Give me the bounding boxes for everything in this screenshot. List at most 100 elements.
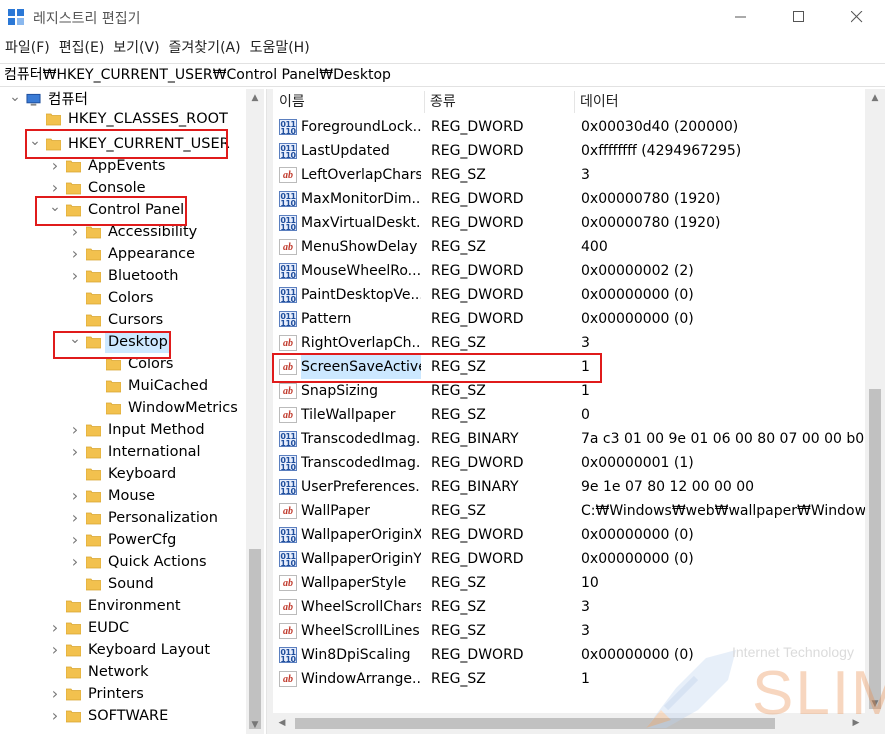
folder-icon bbox=[86, 292, 101, 305]
table-row[interactable]: 011 110 UserPreferences... REG_BINARY 9e 1e… bbox=[273, 475, 865, 499]
chevron-right-icon[interactable]: › bbox=[68, 507, 82, 529]
menu-edit[interactable]: 편집(E) bbox=[54, 36, 109, 60]
table-row[interactable]: 011 110 TranscodedImag... REG_DWORD 0x00000… bbox=[273, 451, 865, 475]
menu-file[interactable]: 파일(F) bbox=[0, 36, 54, 60]
tree-item[interactable]: Environment bbox=[0, 595, 246, 617]
folder-icon bbox=[66, 710, 81, 723]
tree-item[interactable]: › EUDC bbox=[0, 617, 246, 639]
table-row[interactable]: 011 110 MaxMonitorDim... REG_DWORD 0x000007… bbox=[273, 187, 865, 211]
scroll-right-icon[interactable]: ▶ bbox=[847, 713, 865, 734]
chevron-right-icon[interactable]: › bbox=[68, 265, 82, 287]
table-row[interactable]: 011 110 LastUpdated REG_DWORD 0xffffffff (4… bbox=[273, 139, 865, 163]
address-bar[interactable]: 컴퓨터₩HKEY_CURRENT_USER₩Control Panel₩Desk… bbox=[0, 63, 885, 87]
table-row[interactable]: ab WheelScrollLines REG_SZ 3 bbox=[273, 619, 865, 643]
tree-item[interactable]: › Mouse bbox=[0, 485, 246, 507]
string-value-icon: ab bbox=[279, 623, 297, 639]
tree-item[interactable]: › International bbox=[0, 441, 246, 463]
tree-item[interactable]: HKEY_CLASSES_ROOT bbox=[0, 108, 246, 130]
scroll-up-icon[interactable]: ▲ bbox=[246, 89, 264, 107]
chevron-right-icon[interactable]: › bbox=[68, 441, 82, 463]
chevron-right-icon[interactable]: › bbox=[48, 639, 62, 661]
tree-scroll-thumb[interactable] bbox=[249, 549, 261, 729]
chevron-right-icon[interactable]: › bbox=[68, 419, 82, 441]
table-row[interactable]: 011 110 MouseWheelRo... REG_DWORD 0x0000000… bbox=[273, 259, 865, 283]
scroll-down-icon[interactable]: ▼ bbox=[246, 716, 264, 734]
tree-item[interactable]: WindowMetrics bbox=[0, 397, 246, 419]
table-row[interactable]: ab WallPaper REG_SZ C:₩Windows₩web₩wallpape… bbox=[273, 499, 865, 523]
folder-icon bbox=[66, 600, 81, 613]
scroll-left-icon[interactable]: ◀ bbox=[273, 713, 291, 734]
value-data: 0x00000002 (2) bbox=[581, 263, 694, 279]
close-button[interactable] bbox=[828, 0, 885, 34]
tree-item[interactable]: Colors bbox=[0, 287, 246, 309]
tree-item[interactable]: Network bbox=[0, 661, 246, 683]
chevron-right-icon[interactable]: › bbox=[48, 683, 62, 705]
tree-item[interactable]: › Input Method bbox=[0, 419, 246, 441]
table-row[interactable]: ab RightOverlapCh... REG_SZ 3 bbox=[273, 331, 865, 355]
value-name: WallpaperOriginY bbox=[301, 551, 421, 567]
tree-item[interactable]: › Personalization bbox=[0, 507, 246, 529]
value-type: REG_SZ bbox=[431, 575, 486, 591]
menu-favorites[interactable]: 즐겨찾기(A) bbox=[164, 36, 245, 60]
chevron-right-icon[interactable]: › bbox=[68, 551, 82, 573]
table-row[interactable]: 011 110 Pattern REG_DWORD 0x00000000 (0) bbox=[273, 307, 865, 331]
tree-item[interactable]: MuiCached bbox=[0, 375, 246, 397]
folder-icon bbox=[86, 446, 101, 459]
tree-item[interactable]: › Bluetooth bbox=[0, 265, 246, 287]
value-data: 9e 1e 07 80 12 00 00 00 bbox=[581, 479, 755, 495]
table-row[interactable]: ab MenuShowDelay REG_SZ 400 bbox=[273, 235, 865, 259]
menu-help[interactable]: 도움말(H) bbox=[245, 36, 314, 60]
annotation-box-hkcu bbox=[25, 129, 228, 159]
list-horizontal-scrollbar[interactable]: ◀ ▶ bbox=[273, 713, 865, 734]
tree-item[interactable]: › Appearance bbox=[0, 243, 246, 265]
chevron-right-icon[interactable]: › bbox=[68, 485, 82, 507]
value-type: REG_DWORD bbox=[431, 311, 524, 327]
chevron-right-icon[interactable]: › bbox=[48, 705, 62, 727]
tree-item[interactable]: Sound bbox=[0, 573, 246, 595]
list-header: 이름 종류 데이터 bbox=[273, 89, 865, 115]
tree-item[interactable]: Keyboard bbox=[0, 463, 246, 485]
table-row[interactable]: 011 110 WallpaperOriginY REG_DWORD 0x000000… bbox=[273, 547, 865, 571]
header-data[interactable]: 데이터 bbox=[574, 89, 864, 115]
table-row[interactable]: ab WindowArrange... REG_SZ 1 bbox=[273, 667, 865, 691]
menu-view[interactable]: 보기(V) bbox=[108, 36, 163, 60]
table-row[interactable]: 011 110 WallpaperOriginX REG_DWORD 0x000000… bbox=[273, 523, 865, 547]
value-data: 0 bbox=[581, 407, 590, 423]
tree-item-label: Keyboard bbox=[108, 466, 177, 482]
table-row[interactable]: 011 110 MaxVirtualDeskt... REG_DWORD 0x0000… bbox=[273, 211, 865, 235]
binary-value-icon: 011 110 bbox=[279, 287, 297, 304]
chevron-right-icon[interactable]: › bbox=[68, 243, 82, 265]
list-vertical-scrollbar[interactable]: ▲ ▼ bbox=[865, 89, 885, 734]
tree-scrollbar[interactable]: ▲ ▼ bbox=[246, 89, 264, 734]
table-row[interactable]: 011 110 PaintDesktopVe... REG_DWORD 0x00000… bbox=[273, 283, 865, 307]
chevron-right-icon[interactable]: › bbox=[68, 529, 82, 551]
tree-item[interactable]: › SOFTWARE bbox=[0, 705, 246, 727]
table-row[interactable]: ab TileWallpaper REG_SZ 0 bbox=[273, 403, 865, 427]
tree-item[interactable]: Cursors bbox=[0, 309, 246, 331]
scroll-down-icon[interactable]: ▼ bbox=[865, 695, 885, 713]
table-row[interactable]: ab LeftOverlapChars REG_SZ 3 bbox=[273, 163, 865, 187]
tree-item[interactable]: › Printers bbox=[0, 683, 246, 705]
annotation-box-desktop bbox=[53, 331, 171, 359]
table-row[interactable]: ab WheelScrollChars REG_SZ 3 bbox=[273, 595, 865, 619]
table-row[interactable]: 011 110 Win8DpiScaling REG_DWORD 0x00000000… bbox=[273, 643, 865, 667]
folder-icon bbox=[86, 248, 101, 261]
maximize-button[interactable] bbox=[770, 0, 828, 34]
tree-item-label: Keyboard Layout bbox=[88, 642, 211, 658]
string-value-icon: ab bbox=[279, 383, 297, 399]
tree-item[interactable]: › Quick Actions bbox=[0, 551, 246, 573]
tree-item[interactable]: › PowerCfg bbox=[0, 529, 246, 551]
header-type[interactable]: 종류 bbox=[424, 89, 574, 115]
chevron-right-icon[interactable]: › bbox=[48, 617, 62, 639]
list-hscroll-thumb[interactable] bbox=[295, 718, 775, 729]
table-row[interactable]: 011 110 TranscodedImag... REG_BINARY 7a c3 … bbox=[273, 427, 865, 451]
pane-splitter[interactable] bbox=[266, 89, 273, 734]
table-row[interactable]: ab WallpaperStyle REG_SZ 10 bbox=[273, 571, 865, 595]
scroll-up-icon[interactable]: ▲ bbox=[865, 89, 885, 107]
table-row[interactable]: 011 110 ForegroundLock... REG_DWORD 0x00030… bbox=[273, 115, 865, 139]
list-scroll-thumb[interactable] bbox=[869, 389, 881, 709]
values-list: 이름 종류 데이터 011 110 ForegroundLock... REG_DW… bbox=[273, 89, 885, 734]
tree-item[interactable]: › Keyboard Layout bbox=[0, 639, 246, 661]
header-name[interactable]: 이름 bbox=[273, 89, 423, 115]
minimize-button[interactable] bbox=[712, 0, 770, 34]
